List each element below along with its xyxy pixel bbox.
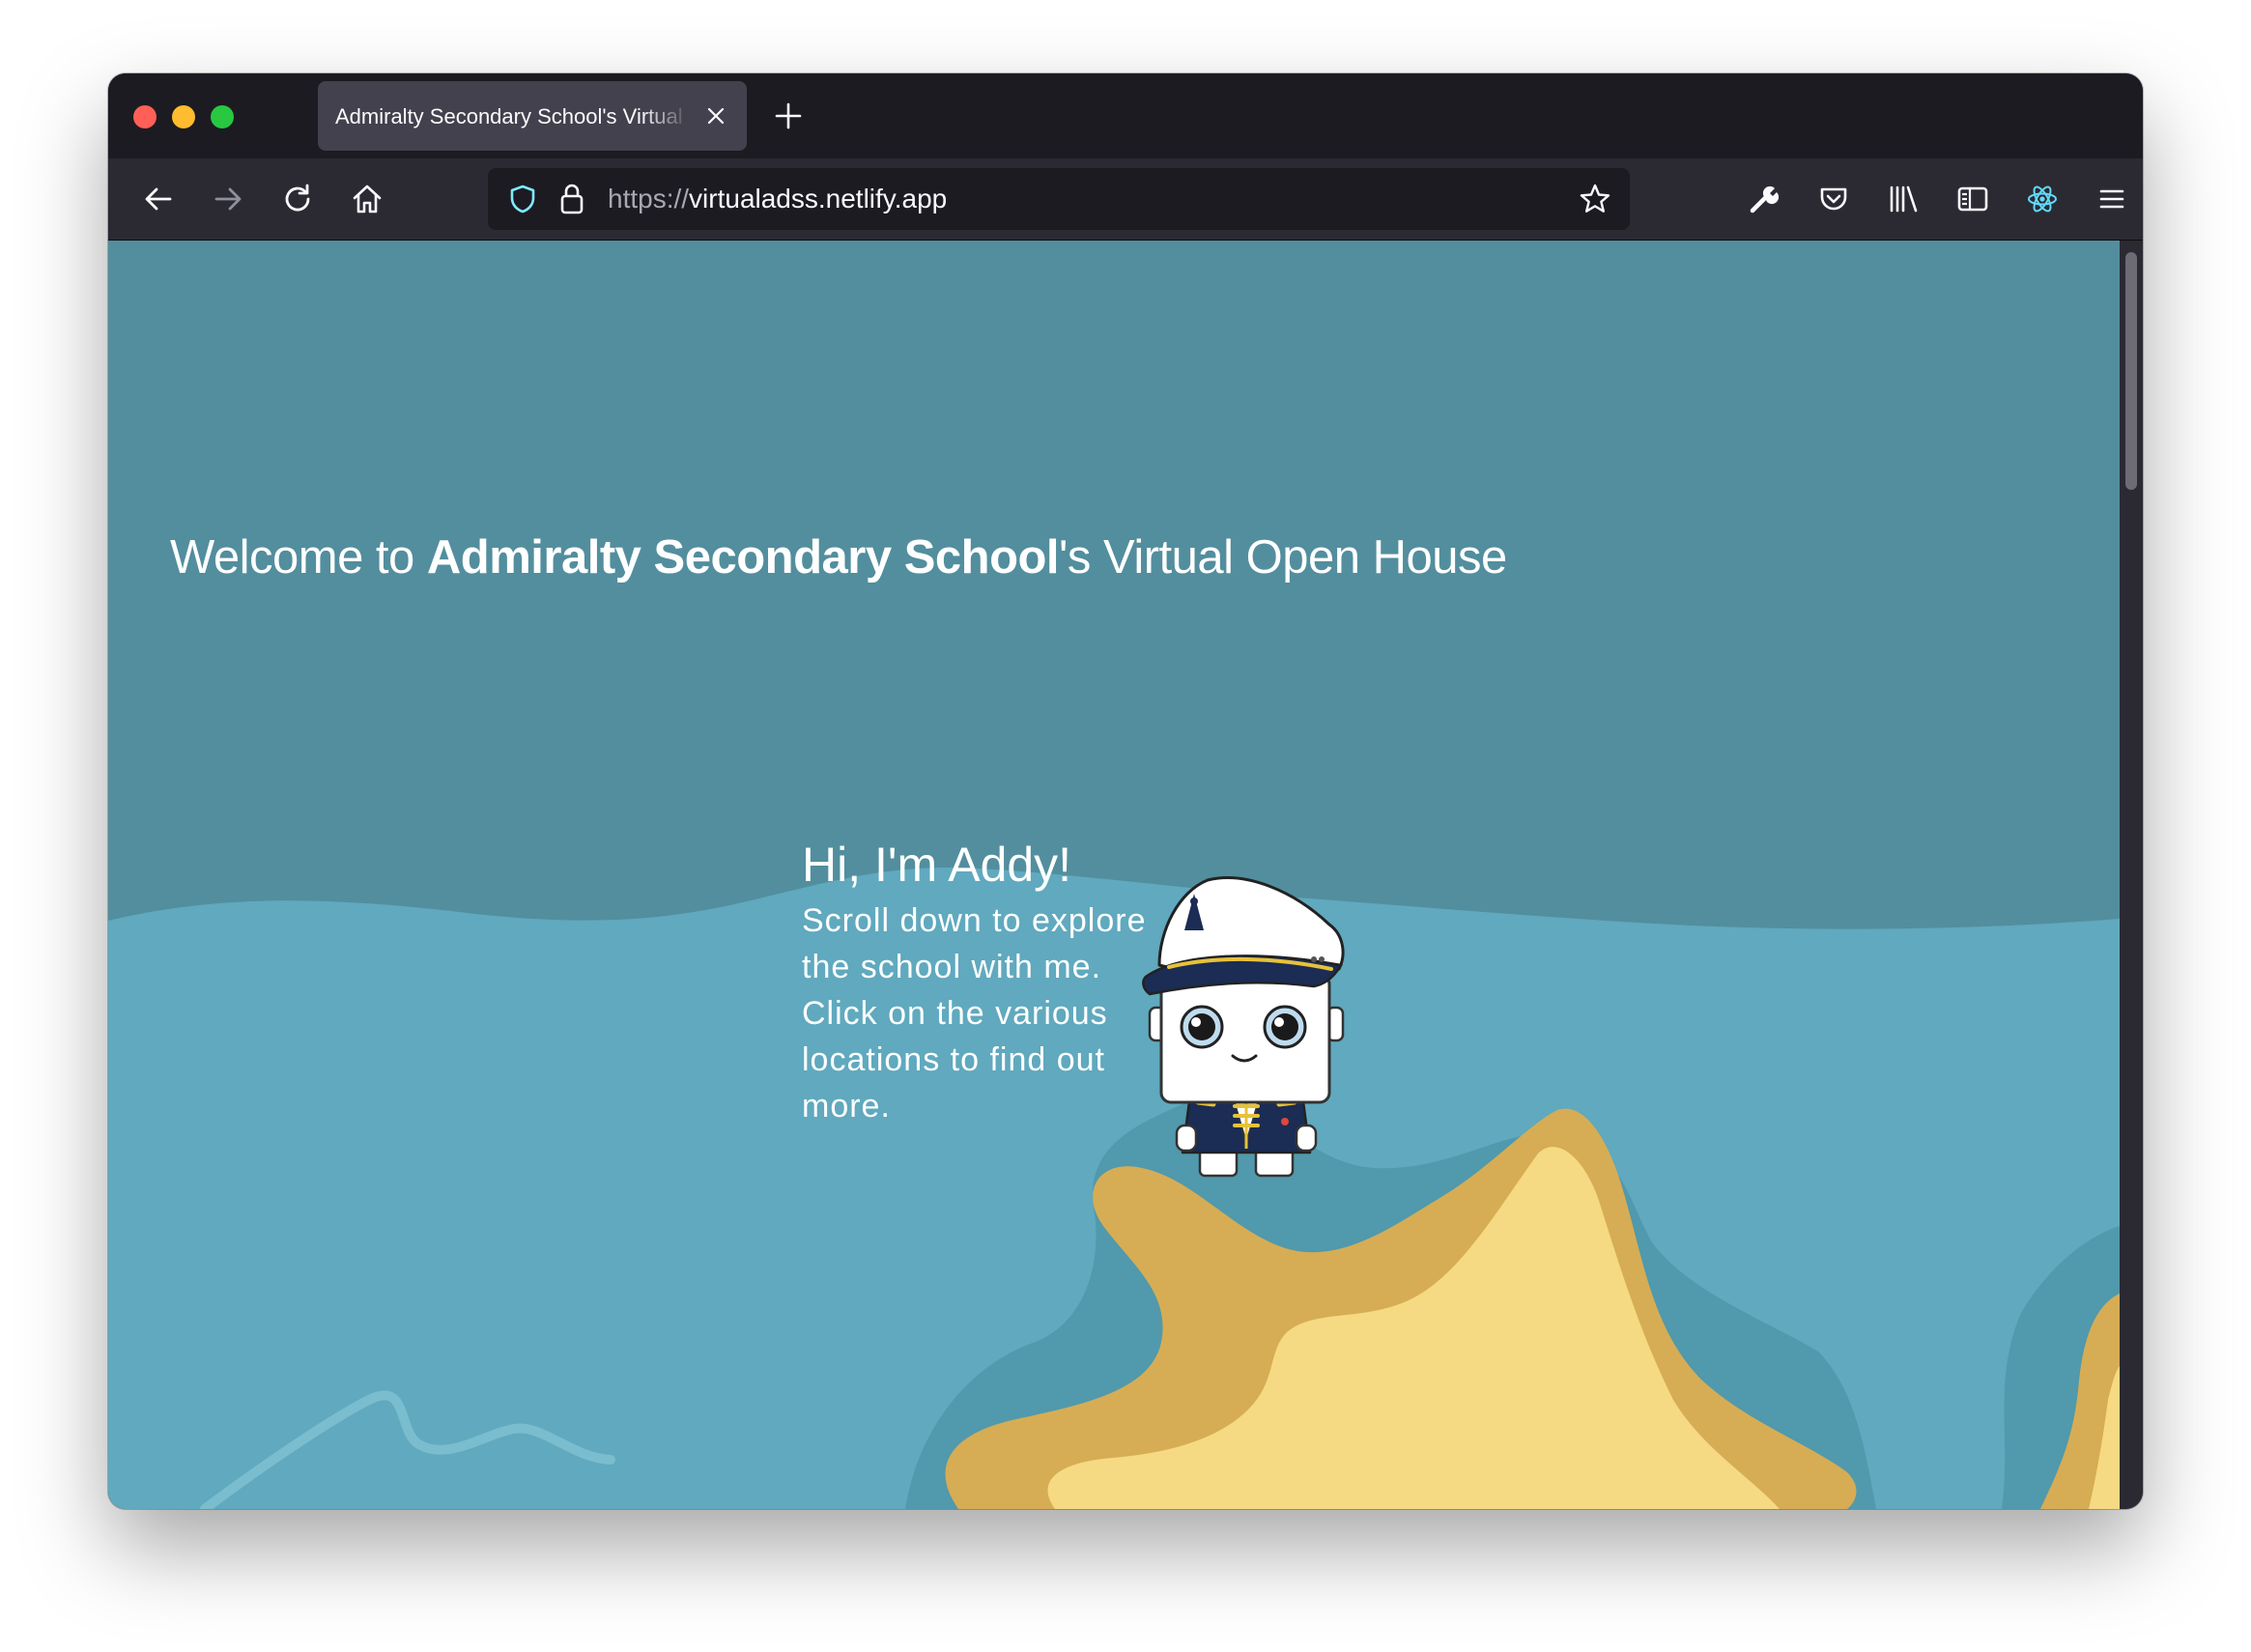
home-icon <box>353 185 382 214</box>
tab-strip: Admiralty Secondary School's Virtual Ope… <box>108 73 2143 158</box>
address-bar[interactable]: https://virtualadss.netlify.app <box>488 168 1630 230</box>
hamburger-menu-icon <box>2099 189 2124 209</box>
close-icon[interactable] <box>702 102 729 129</box>
page-viewport: Welcome to Admiralty Secondary School's … <box>108 241 2120 1509</box>
library-button[interactable] <box>1880 176 1926 222</box>
forward-arrow-icon <box>214 187 242 211</box>
vertical-scrollbar[interactable] <box>2120 241 2143 1509</box>
navigation-toolbar: https://virtualadss.netlify.app <box>108 158 2143 241</box>
tab-title: Admiralty Secondary School's Virtual Ope… <box>335 104 691 128</box>
close-window-button[interactable] <box>133 105 157 128</box>
react-devtools-button[interactable] <box>2019 176 2066 222</box>
addy-mascot-image <box>1142 876 1345 1178</box>
forward-button[interactable] <box>205 176 251 222</box>
scrollbar-thumb[interactable] <box>2125 252 2137 490</box>
plus-icon[interactable] <box>772 100 805 132</box>
url-text[interactable]: https://virtualadss.netlify.app <box>608 184 947 214</box>
sidebar-button[interactable] <box>1950 176 1996 222</box>
application-menu-button[interactable] <box>2089 176 2135 222</box>
developer-tools-button[interactable] <box>1741 176 1787 222</box>
wrench-icon <box>1750 185 1780 214</box>
island-scene-background <box>108 868 2120 1509</box>
home-button[interactable] <box>344 176 390 222</box>
addy-message: Scroll down to explore the school with m… <box>802 902 1147 1125</box>
star-icon[interactable] <box>1578 182 1612 216</box>
library-icon <box>1890 185 1918 213</box>
school-name: Admiralty Secondary School <box>426 531 1060 584</box>
browser-window: Admiralty Secondary School's Virtual Ope… <box>108 73 2143 1509</box>
pocket-button[interactable] <box>1810 176 1857 222</box>
reload-icon <box>285 184 310 212</box>
sidebar-icon <box>1957 186 1988 212</box>
reload-button[interactable] <box>274 176 321 222</box>
back-button[interactable] <box>135 176 182 222</box>
welcome-suffix: 's Virtual Open House <box>1059 531 1507 584</box>
active-tab[interactable]: Admiralty Secondary School's Virtual Ope… <box>318 81 747 151</box>
pocket-icon <box>1820 187 1847 211</box>
addy-greeting: Hi, I'm Addy! <box>802 838 1072 892</box>
back-arrow-icon <box>145 187 172 211</box>
minimize-window-button[interactable] <box>172 105 195 128</box>
url-host: virtualadss.netlify.app <box>689 184 948 214</box>
welcome-heading: Welcome to Admiralty Secondary School's … <box>170 527 1507 588</box>
zoom-window-button[interactable] <box>211 105 234 128</box>
lock-icon[interactable] <box>557 182 586 216</box>
shield-icon[interactable] <box>507 184 538 214</box>
react-devtools-icon <box>2028 185 2057 213</box>
welcome-prefix: Welcome to <box>170 531 427 584</box>
url-scheme: https:// <box>608 184 690 214</box>
